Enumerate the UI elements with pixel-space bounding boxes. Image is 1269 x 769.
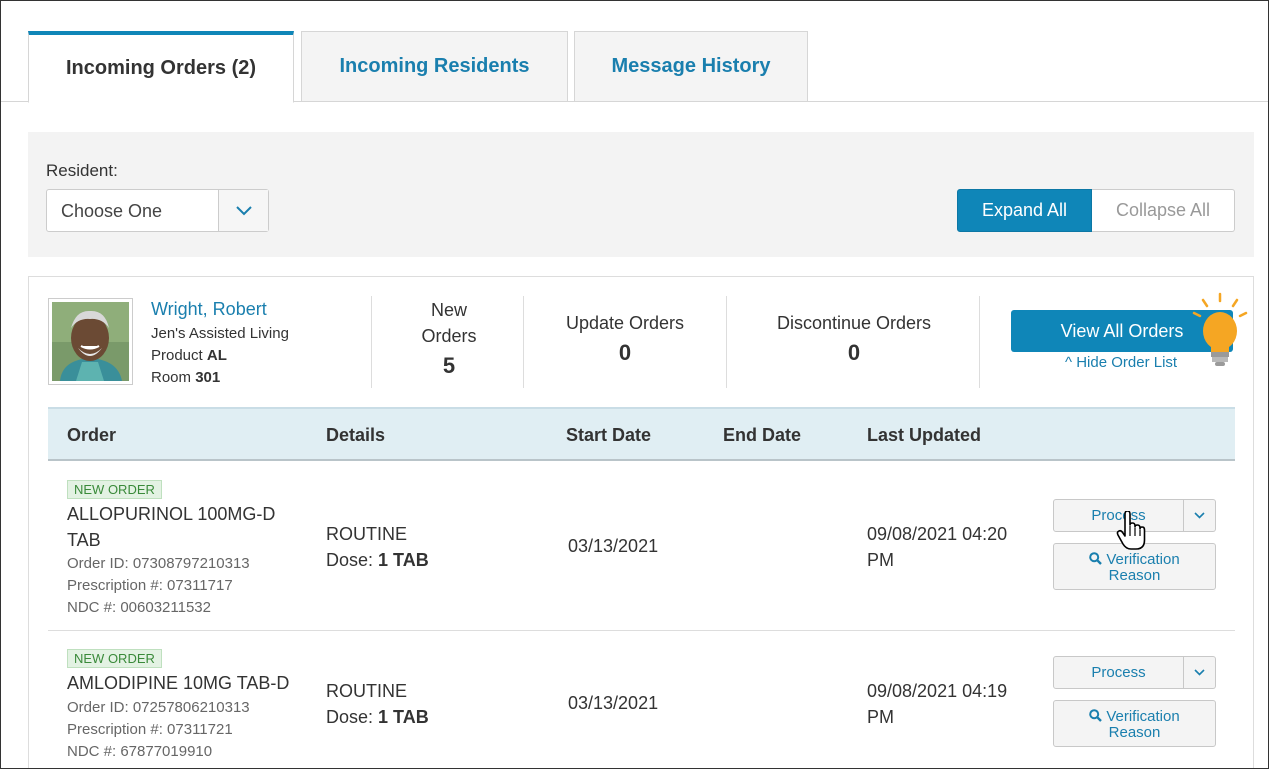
tab-incoming-residents[interactable]: Incoming Residents	[301, 31, 568, 102]
hide-order-list-link[interactable]: ^ Hide Order List	[1065, 354, 1177, 371]
medication-name: AMLODIPINE 10MG TAB-D	[67, 673, 290, 693]
divider	[979, 296, 980, 388]
chevron-down-icon[interactable]	[1184, 656, 1216, 689]
expand-collapse-group: Expand All Collapse All	[957, 189, 1235, 232]
tab-message-history[interactable]: Message History	[574, 31, 808, 102]
process-split-button: Process	[1053, 656, 1216, 689]
chevron-down-icon[interactable]	[1184, 499, 1216, 532]
order-id: Order ID: 07257806210313	[67, 699, 250, 716]
divider	[371, 296, 372, 388]
search-icon	[1089, 709, 1103, 725]
col-start-date: Start Date	[566, 425, 652, 445]
col-end-date: End Date	[723, 425, 802, 445]
divider	[726, 296, 727, 388]
resident-card: Wright, Robert Jen's Assisted Living Pro…	[28, 276, 1254, 768]
hand-cursor-icon	[1116, 511, 1146, 550]
col-order: Order	[67, 425, 117, 445]
last-updated: 09/08/2021 04:19 PM	[867, 681, 1008, 727]
medication-name-cont: TAB	[67, 530, 101, 550]
medication-name: ALLOPURINOL 100MG-D	[67, 504, 276, 524]
start-date: 03/13/2021	[568, 693, 659, 713]
search-icon	[1089, 552, 1103, 568]
table-row: NEW ORDER AMLODIPINE 10MG TAB-D Order ID…	[48, 632, 1235, 768]
filter-bar: Resident: Choose One Expand All Collapse…	[28, 132, 1254, 257]
prescription-number: Prescription #: 07311721	[67, 721, 233, 738]
prescription-number: Prescription #: 07311717	[67, 577, 233, 594]
start-date: 03/13/2021	[568, 536, 659, 556]
resident-room: Room 301	[151, 369, 221, 386]
col-last-updated: Last Updated	[867, 425, 982, 445]
collapse-all-button[interactable]: Collapse All	[1092, 189, 1235, 232]
discontinue-orders-stat: Discontinue Orders 0	[776, 313, 932, 365]
order-details: ROUTINE Dose: 1 TAB	[326, 524, 429, 570]
table-row: NEW ORDER ALLOPURINOL 100MG-D TAB Order …	[48, 463, 1235, 631]
chevron-down-icon[interactable]	[218, 190, 268, 231]
resident-facility: Jen's Assisted Living	[151, 325, 289, 342]
expand-all-button[interactable]: Expand All	[957, 189, 1092, 232]
new-orders-stat: New Orders 5	[421, 300, 477, 378]
resident-name-link[interactable]: Wright, Robert	[151, 299, 267, 320]
col-details: Details	[326, 425, 386, 445]
new-order-badge: NEW ORDER	[67, 649, 162, 668]
tab-bar: Incoming Orders (2) Incoming Residents M…	[1, 1, 1268, 103]
new-order-badge: NEW ORDER	[67, 480, 162, 499]
process-button[interactable]: Process	[1053, 656, 1184, 689]
order-id: Order ID: 07308797210313	[67, 555, 250, 572]
resident-product: Product AL	[151, 347, 227, 364]
tab-incoming-orders[interactable]: Incoming Orders (2)	[28, 31, 294, 103]
order-details: ROUTINE Dose: 1 TAB	[326, 681, 429, 727]
avatar	[48, 298, 133, 385]
resident-select[interactable]: Choose One	[46, 189, 269, 232]
app-frame: Incoming Orders (2) Incoming Residents M…	[0, 0, 1269, 769]
update-orders-stat: Update Orders 0	[565, 313, 685, 365]
verification-reason-button[interactable]: Verification Reason	[1053, 700, 1216, 747]
lightbulb-icon	[1192, 292, 1248, 366]
divider	[523, 296, 524, 388]
resident-label: Resident:	[46, 161, 118, 180]
resident-select-value: Choose One	[61, 201, 163, 221]
last-updated: 09/08/2021 04:20 PM	[867, 524, 1008, 570]
ndc-number: NDC #: 67877019910	[67, 743, 213, 760]
orders-table-header: Order Details Start Date End Date Last U…	[48, 407, 1235, 461]
ndc-number: NDC #: 00603211532	[67, 599, 211, 616]
resident-photo	[52, 302, 129, 381]
